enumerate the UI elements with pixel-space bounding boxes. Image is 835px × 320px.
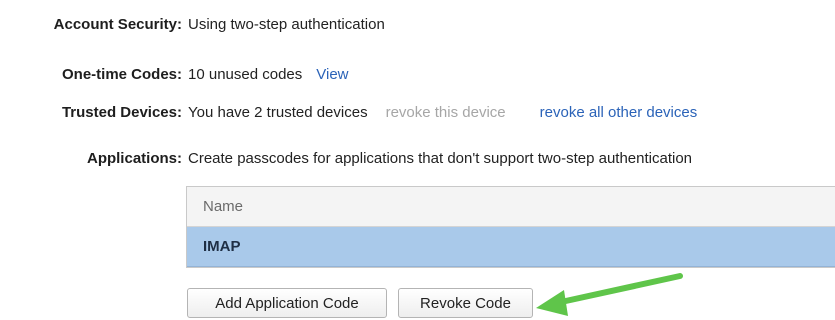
account-security-value: Using two-step authentication: [188, 15, 385, 33]
account-security-panel: Account Security: Using two-step authent…: [0, 0, 835, 320]
revoke-all-other-devices-link[interactable]: revoke all other devices: [540, 104, 698, 121]
applications-label: Applications:: [86, 149, 182, 167]
one-time-codes-label: One-time Codes:: [61, 65, 182, 83]
trusted-devices-value: You have 2 trusted devices: [188, 103, 368, 121]
trusted-devices-label: Trusted Devices:: [61, 103, 182, 121]
application-codes-table: Name IMAP: [186, 186, 835, 268]
add-application-code-button[interactable]: Add Application Code: [187, 288, 387, 318]
revoke-code-button[interactable]: Revoke Code: [398, 288, 533, 318]
table-header-name: Name: [187, 187, 835, 227]
account-security-row: Account Security: Using two-step authent…: [0, 14, 385, 34]
one-time-codes-value: 10 unused codes: [188, 65, 303, 83]
account-security-label: Account Security:: [53, 15, 182, 33]
green-arrow-icon: [536, 273, 683, 316]
trusted-devices-row: Trusted Devices: You have 2 trusted devi…: [0, 102, 697, 122]
view-codes-link[interactable]: View: [316, 66, 348, 83]
table-row[interactable]: IMAP: [187, 227, 835, 267]
applications-value: Create passcodes for applications that d…: [188, 149, 693, 167]
one-time-codes-row: One-time Codes: 10 unused codes View: [0, 64, 349, 84]
applications-row: Applications: Create passcodes for appli…: [0, 148, 692, 168]
revoke-this-device-link: revoke this device: [385, 103, 506, 121]
